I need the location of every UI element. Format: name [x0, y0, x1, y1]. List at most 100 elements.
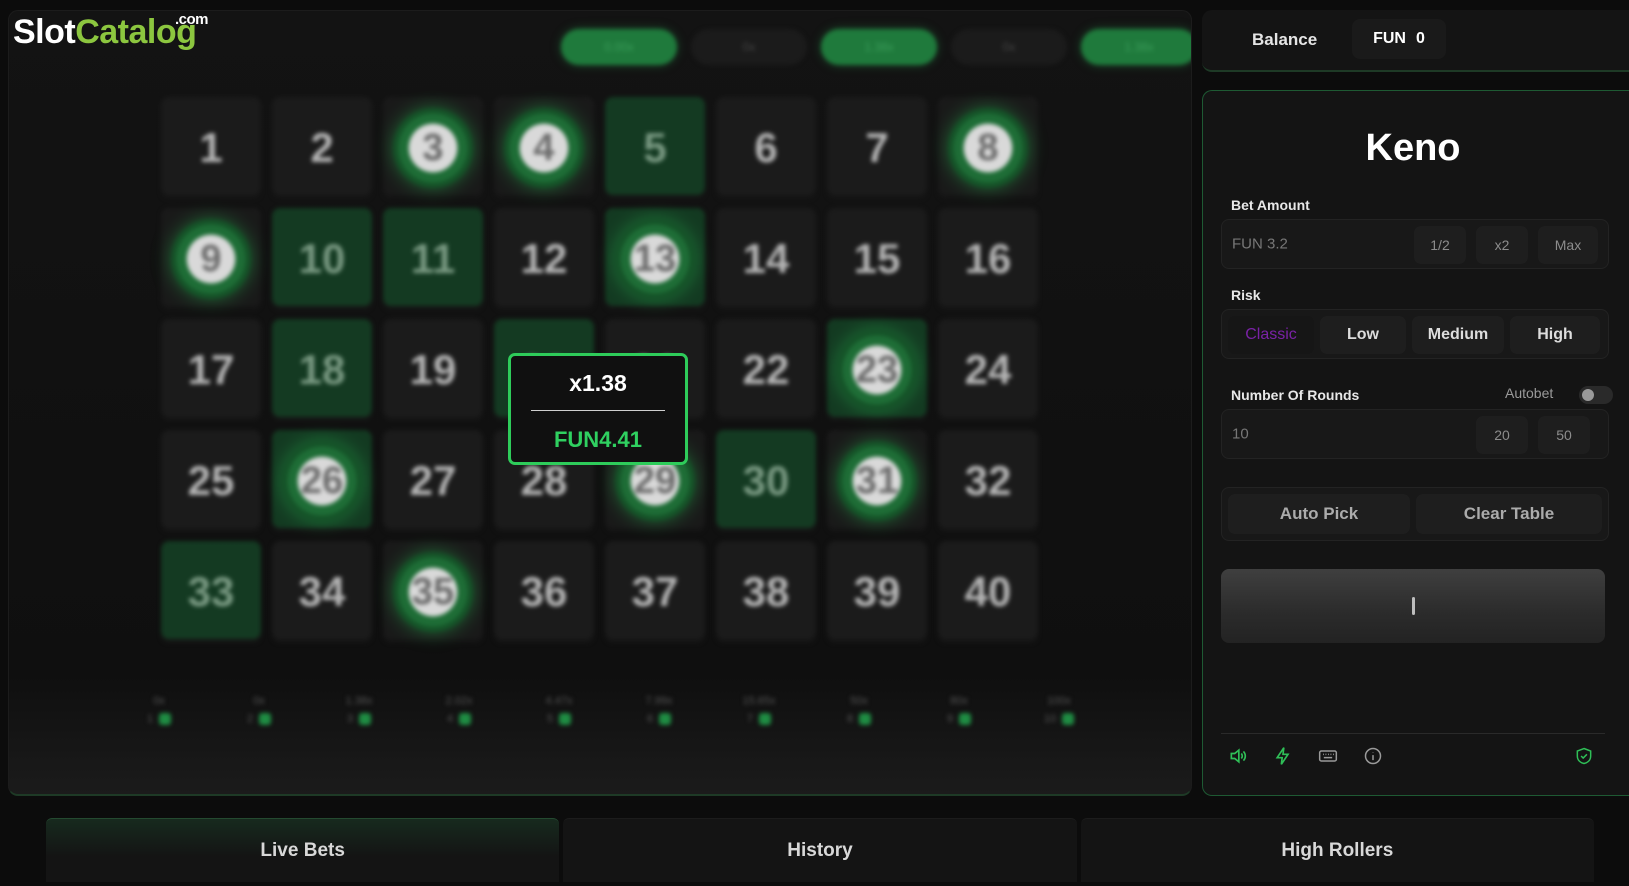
- bet-amount-input[interactable]: FUN 3.2: [1232, 236, 1288, 253]
- paytable-entry: 80x 9: [909, 695, 1009, 725]
- keno-cell-10[interactable]: 10: [272, 208, 372, 310]
- gem-icon: [259, 713, 272, 725]
- paytable-hits: 4: [446, 713, 454, 725]
- gem-icon: [559, 713, 572, 725]
- paytable-hits: 8: [846, 713, 854, 725]
- keno-cell-22[interactable]: 22: [716, 319, 816, 421]
- tab-live-bets[interactable]: Live Bets: [46, 818, 560, 882]
- lightning-icon[interactable]: [1272, 745, 1294, 767]
- keno-cell-24[interactable]: 24: [938, 319, 1038, 421]
- clear-table-button[interactable]: Clear Table: [1416, 494, 1602, 534]
- keno-cell-17[interactable]: 17: [161, 319, 261, 421]
- risk-low-button[interactable]: Low: [1320, 316, 1406, 354]
- autobet-toggle[interactable]: [1579, 386, 1613, 404]
- keno-cell-16[interactable]: 16: [938, 208, 1038, 310]
- balance-currency: FUN: [1373, 30, 1406, 47]
- keno-cell-19[interactable]: 19: [383, 319, 483, 421]
- keno-cell-3[interactable]: 3: [383, 97, 483, 199]
- slotcatalog-logo: SlotCatalog .com: [13, 11, 209, 52]
- keno-cell-39[interactable]: 39: [827, 541, 927, 643]
- keno-cell-2[interactable]: 2: [272, 97, 372, 199]
- keno-cell-35[interactable]: 35: [383, 541, 483, 643]
- rounds-input[interactable]: 10: [1232, 426, 1249, 443]
- sound-icon[interactable]: [1227, 745, 1249, 767]
- round-result-pill: 0x: [951, 29, 1067, 65]
- keno-cell-14[interactable]: 14: [716, 208, 816, 310]
- keno-cell-40[interactable]: 40: [938, 541, 1038, 643]
- paytable-multiplier: 100x: [1047, 695, 1071, 707]
- bet-half-button[interactable]: 1/2: [1414, 226, 1466, 264]
- keno-cell-30[interactable]: 30: [716, 430, 816, 532]
- paytable-hits: 5: [546, 713, 554, 725]
- gem-icon: [1062, 713, 1075, 725]
- drawn-ball: 3: [393, 108, 473, 188]
- paytable-entry: 2.02x 4: [409, 695, 509, 725]
- bet-double-button[interactable]: x2: [1476, 226, 1528, 264]
- keno-cell-15[interactable]: 15: [827, 208, 927, 310]
- paytable-hits-row: 5: [546, 713, 572, 725]
- keno-cell-23[interactable]: 23: [827, 319, 927, 421]
- tab-high-rollers[interactable]: High Rollers: [1080, 818, 1594, 882]
- paytable-multiplier: 2.02x: [445, 695, 473, 707]
- tab-history[interactable]: History: [563, 818, 1077, 882]
- keno-cell-13[interactable]: 13: [605, 208, 705, 310]
- keno-cell-38[interactable]: 38: [716, 541, 816, 643]
- bet-button[interactable]: [1221, 569, 1605, 643]
- balance-bar: Balance FUN 0: [1202, 10, 1629, 72]
- result-win-amount: FUN4.41: [553, 427, 643, 452]
- rounds-50-button[interactable]: 50: [1538, 416, 1590, 454]
- paytable-hits-row: 10: [1044, 713, 1075, 725]
- keno-cell-25[interactable]: 25: [161, 430, 261, 532]
- keyboard-icon[interactable]: [1317, 745, 1339, 767]
- keno-cell-8[interactable]: 8: [938, 97, 1038, 199]
- autobet-label: Autobet: [1505, 385, 1554, 401]
- paytable-entry: 1.38x 3: [309, 695, 409, 725]
- drawn-ball: 23: [837, 330, 917, 410]
- keno-cell-9[interactable]: 9: [161, 208, 261, 310]
- paytable: 0x 1 0x 2 1.38x 3 2.02x 4 4.47x 5 7.99x 6 15.65x 7 50x…: [109, 695, 1109, 725]
- auto-pick-button[interactable]: Auto Pick: [1228, 494, 1410, 534]
- paytable-hits-row: 9: [946, 713, 972, 725]
- drawn-ball: 9: [171, 219, 251, 299]
- risk-classic-button[interactable]: Classic: [1228, 316, 1314, 354]
- keno-cell-7[interactable]: 7: [827, 97, 927, 199]
- keno-cell-18[interactable]: 18: [272, 319, 372, 421]
- keno-cell-37[interactable]: 37: [605, 541, 705, 643]
- paytable-hits: 9: [946, 713, 954, 725]
- keno-cell-27[interactable]: 27: [383, 430, 483, 532]
- balance-amount: 0: [1415, 30, 1425, 47]
- info-icon[interactable]: [1362, 745, 1384, 767]
- risk-medium-button[interactable]: Medium: [1412, 316, 1504, 354]
- keno-cell-31[interactable]: 31: [827, 430, 927, 532]
- keno-cell-6[interactable]: 6: [716, 97, 816, 199]
- keno-cell-12[interactable]: 12: [494, 208, 594, 310]
- keno-cell-36[interactable]: 36: [494, 541, 594, 643]
- keno-cell-26[interactable]: 26: [272, 430, 372, 532]
- paytable-hits-row: 1: [147, 713, 172, 725]
- paytable-entry: 0x 1: [109, 695, 209, 725]
- paytable-multiplier: 0x: [253, 695, 265, 707]
- keno-cell-4[interactable]: 4: [494, 97, 594, 199]
- keno-app: SlotCatalog .com 0.00x 0x 1.38x 0x 1.38x 123…: [0, 0, 1629, 886]
- bet-amount-label: Bet Amount: [1231, 197, 1310, 213]
- keno-cell-34[interactable]: 34: [272, 541, 372, 643]
- drawn-ball: 4: [504, 108, 584, 188]
- bet-max-button[interactable]: Max: [1538, 226, 1598, 264]
- keno-cell-33[interactable]: 33: [161, 541, 261, 643]
- shield-check-icon[interactable]: [1573, 745, 1595, 767]
- drawn-ball: 31: [837, 441, 917, 521]
- keno-cell-11[interactable]: 11: [383, 208, 483, 310]
- paytable-hits: 6: [646, 713, 654, 725]
- rounds-field: 10 20 50: [1221, 409, 1609, 459]
- keno-cell-5[interactable]: 5: [605, 97, 705, 199]
- risk-high-button[interactable]: High: [1510, 316, 1600, 354]
- paytable-hits-row: 3: [347, 713, 372, 725]
- rounds-20-button[interactable]: 20: [1476, 416, 1528, 454]
- bet-amount-field: FUN 3.2 1/2 x2 Max: [1221, 219, 1609, 269]
- keno-cell-32[interactable]: 32: [938, 430, 1038, 532]
- round-result-pill: 1.38x: [1081, 29, 1191, 65]
- game-board-panel: SlotCatalog .com 0.00x 0x 1.38x 0x 1.38x 123…: [8, 10, 1192, 796]
- balance-value-box: FUN 0: [1352, 19, 1446, 59]
- paytable-entry: 50x 8: [809, 695, 909, 725]
- keno-cell-1[interactable]: 1: [161, 97, 261, 199]
